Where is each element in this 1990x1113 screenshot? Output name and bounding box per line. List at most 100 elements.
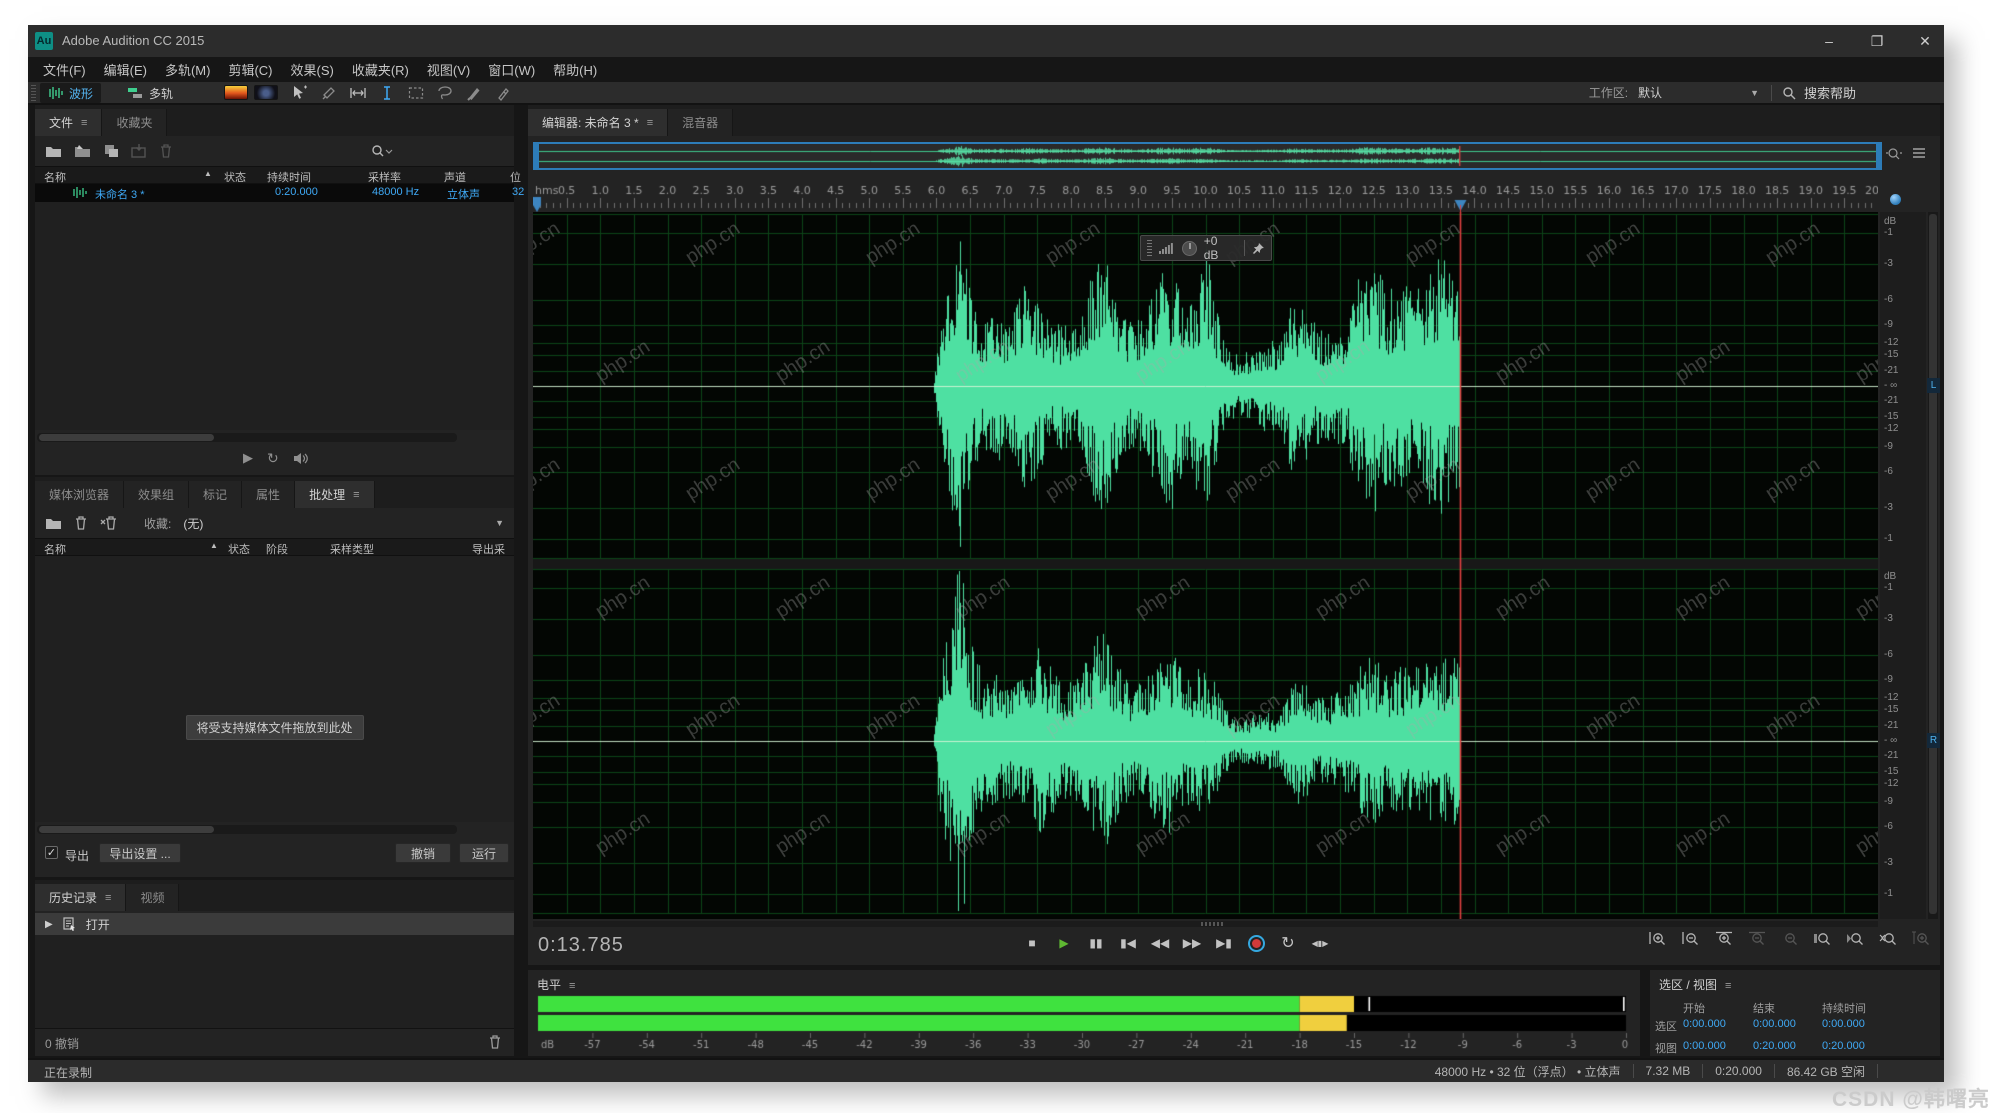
batch-sort-asc-icon[interactable]: ▲ [210, 541, 218, 550]
history-item-open[interactable]: ▶ 打开 [35, 913, 514, 935]
batch-open-icon[interactable] [45, 516, 62, 530]
hud-grip[interactable] [1147, 240, 1152, 256]
time-ruler[interactable] [533, 174, 1878, 212]
multitrack-view-button[interactable]: 多轨 [120, 83, 181, 103]
rewind-button[interactable]: ◀◀ [1148, 931, 1172, 955]
files-col-5[interactable]: 位 [510, 169, 521, 185]
tab-batch-2[interactable]: 标记 [189, 481, 242, 508]
zoom-to-out-point-button[interactable] [1846, 931, 1866, 948]
tab-history-1[interactable]: 视频 [126, 884, 179, 911]
menu-6[interactable]: 视图(V) [418, 57, 479, 82]
zoom-out-full-button[interactable] [1780, 931, 1800, 948]
trash-icon[interactable] [159, 144, 173, 158]
zoom-out-amplitude-button[interactable] [1681, 931, 1701, 948]
paintbrush-selection-tool-icon[interactable] [464, 83, 484, 103]
hud-volume[interactable]: +0 dB [1140, 235, 1272, 261]
tab-files-1[interactable]: 收藏夹 [102, 109, 167, 136]
level-meters[interactable] [534, 994, 1634, 1052]
undo-button[interactable]: 撤销 [395, 843, 451, 863]
marquee-selection-tool-icon[interactable] [406, 83, 426, 103]
export-checkbox[interactable]: ✓ [45, 846, 58, 859]
overview-menu-icon[interactable] [1912, 145, 1926, 161]
import-file-icon[interactable] [74, 144, 91, 158]
extract-audio-icon[interactable] [131, 144, 147, 158]
menu-5[interactable]: 收藏夹(R) [343, 57, 418, 82]
files-col-2[interactable]: 持续时间 [267, 169, 311, 185]
files-col-3[interactable]: 采样率 [368, 169, 401, 185]
batch-remove-icon[interactable] [74, 516, 88, 530]
menu-2[interactable]: 多轨(M) [156, 57, 220, 82]
loop-preview-icon[interactable]: ↻ [267, 450, 279, 467]
batch-col-2[interactable]: 阶段 [266, 541, 288, 557]
batch-col-0[interactable]: 名称 [44, 541, 66, 557]
workspace-value[interactable]: 默认 [1638, 84, 1662, 101]
move-tool-icon[interactable] [290, 83, 310, 103]
menu-7[interactable]: 窗口(W) [479, 57, 544, 82]
overview-navigator[interactable] [533, 142, 1882, 170]
zoom-in-amplitude-button[interactable] [1648, 931, 1668, 948]
hud-volume-knob[interactable] [1182, 241, 1197, 256]
workspace-dropdown-icon[interactable]: ▼ [1750, 88, 1759, 98]
batch-remove-all-icon[interactable] [100, 516, 118, 530]
skip-to-start-button[interactable]: ▮◀ [1116, 931, 1140, 955]
files-hscrollbar[interactable] [37, 433, 457, 442]
files-col-0[interactable]: 名称 [44, 169, 66, 185]
preview-play-icon[interactable]: ▶ [243, 450, 253, 466]
history-trash-icon[interactable] [488, 1035, 502, 1049]
spectral-pitch-display-button[interactable] [254, 85, 278, 100]
fast-forward-button[interactable]: ▶▶ [1180, 931, 1204, 955]
zoom-reset-button[interactable] [1912, 931, 1932, 948]
zoom-in-time-button[interactable] [1714, 931, 1734, 948]
tab-editor-1[interactable]: 混音器 [668, 109, 733, 136]
waveform-view-button[interactable]: 波形 [40, 83, 101, 103]
tab-editor-0[interactable]: 编辑器: 未命名 3 *≡ [528, 109, 668, 136]
new-file-icon[interactable] [103, 144, 119, 158]
lasso-selection-tool-icon[interactable] [435, 83, 455, 103]
follow-playhead-icon[interactable] [1890, 194, 1901, 205]
spectral-frequency-display-button[interactable] [224, 85, 248, 100]
auto-play-speaker-icon[interactable] [293, 452, 308, 465]
tab-history-0[interactable]: 历史记录≡ [35, 884, 126, 911]
menu-0[interactable]: 文件(F) [34, 57, 95, 82]
selview-value[interactable]: 0:00.000 [1822, 1018, 1865, 1030]
selview-value[interactable]: 0:20.000 [1753, 1040, 1796, 1052]
tab-batch-4[interactable]: 批处理≡ [295, 481, 374, 508]
sort-asc-icon[interactable]: ▲ [204, 169, 212, 178]
channel-badge-left[interactable]: L [1927, 378, 1940, 393]
export-settings-button[interactable]: 导出设置 ... [99, 843, 181, 863]
batch-hscrollbar[interactable] [37, 825, 457, 834]
time-display[interactable]: 0:13.785 [538, 934, 624, 957]
run-button[interactable]: 运行 [459, 843, 509, 863]
menu-8[interactable]: 帮助(H) [544, 57, 606, 82]
loop-playback-button[interactable]: ↻ [1276, 931, 1300, 955]
selview-value[interactable]: 0:00.000 [1683, 1018, 1726, 1030]
files-col-4[interactable]: 声道 [444, 169, 466, 185]
razor-tool-icon[interactable] [319, 83, 339, 103]
overview-zoom-icon[interactable] [1886, 145, 1902, 161]
channel-badge-right[interactable]: R [1927, 733, 1940, 748]
selview-value[interactable]: 0:20.000 [1822, 1040, 1865, 1052]
time-selection-tool-icon[interactable] [377, 83, 397, 103]
open-file-icon[interactable] [45, 144, 62, 158]
stop-button[interactable]: ■ [1020, 931, 1044, 955]
batch-col-3[interactable]: 采样类型 [330, 541, 374, 557]
minimize-button[interactable]: – [1818, 33, 1840, 49]
tab-batch-0[interactable]: 媒体浏览器 [35, 481, 124, 508]
zoom-out-time-button[interactable] [1747, 931, 1767, 948]
spot-healing-brush-tool-icon[interactable] [493, 83, 513, 103]
zoom-to-selection-button[interactable] [1879, 931, 1899, 948]
waveform-display[interactable]: php.cnphp.cnphp.cnphp.cnphp.cnphp.cnphp.… [533, 212, 1878, 919]
play-button[interactable]: ▶ [1052, 931, 1076, 955]
menu-3[interactable]: 剪辑(C) [219, 57, 281, 82]
maximize-button[interactable]: ❐ [1866, 33, 1888, 50]
tab-batch-3[interactable]: 属性 [242, 481, 295, 508]
selview-value[interactable]: 0:00.000 [1753, 1018, 1796, 1030]
files-col-1[interactable]: 状态 [224, 169, 246, 185]
files-table-row[interactable]: 未命名 3 *0:20.00048000 Hz立体声32 [35, 184, 514, 202]
file-search-icon[interactable] [371, 144, 393, 158]
editor-vscrollbar[interactable] [1928, 212, 1938, 919]
zoom-to-in-point-button[interactable] [1813, 931, 1833, 948]
close-button[interactable]: ✕ [1914, 33, 1936, 50]
menu-4[interactable]: 效果(S) [282, 57, 343, 82]
search-help[interactable]: 搜索帮助 [1782, 83, 1856, 102]
